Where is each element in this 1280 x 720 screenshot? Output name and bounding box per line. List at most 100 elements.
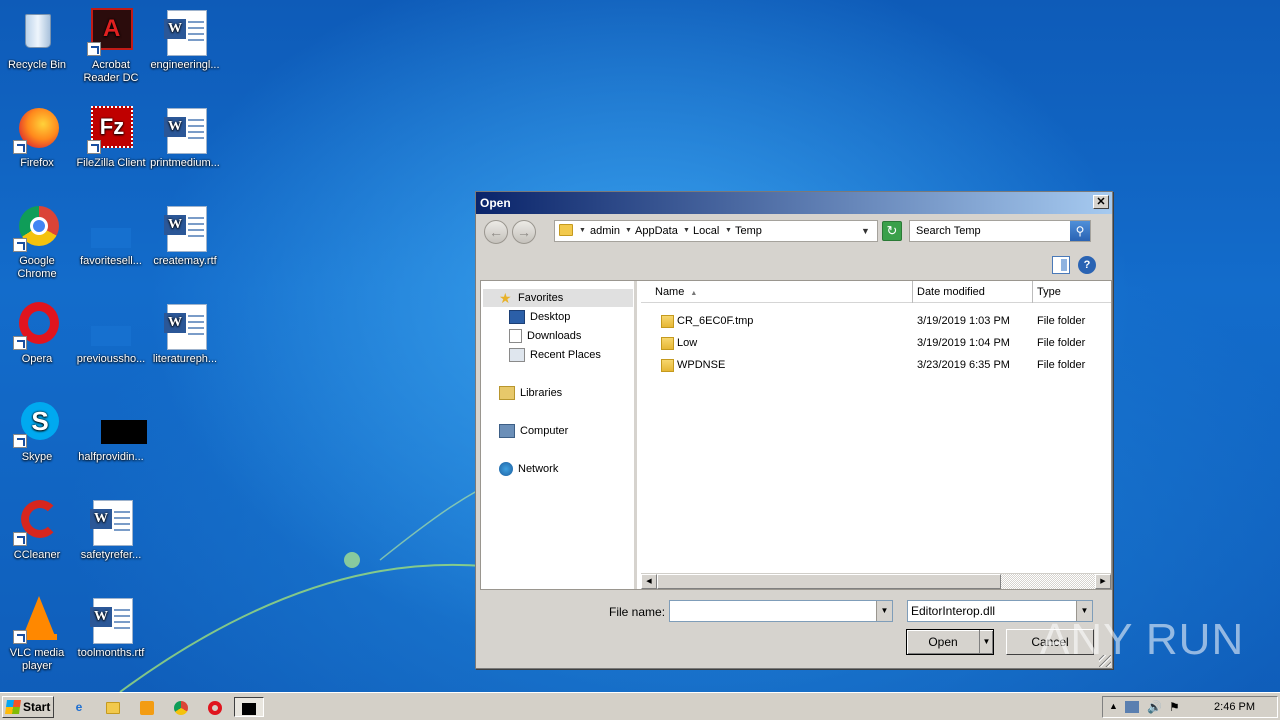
scroll-track[interactable] bbox=[1001, 574, 1095, 589]
active-window-button[interactable] bbox=[234, 697, 264, 717]
desktop-icon-chrome[interactable]: Google Chrome bbox=[0, 204, 74, 281]
open-button[interactable]: Open ▼ bbox=[906, 629, 994, 655]
skype-icon: S bbox=[13, 400, 61, 448]
word-document-icon: W bbox=[87, 596, 135, 644]
breadcrumb-separator-icon[interactable]: ▼ bbox=[625, 221, 632, 241]
explorer-folder-icon[interactable] bbox=[102, 697, 124, 717]
horizontal-scrollbar[interactable]: ◀ ▶ bbox=[641, 573, 1111, 589]
desktop-icon-halfprovidin[interactable]: halfprovidin... bbox=[74, 400, 148, 464]
open-file-dialog: Open ✕ ← → ▼ admin ▼ AppData ▼ Local ▼ T… bbox=[475, 191, 1113, 669]
file-date: 3/19/2019 1:03 PM bbox=[917, 315, 1010, 327]
desktop-icon-acrobat[interactable]: A Acrobat Reader DC bbox=[74, 8, 148, 85]
desktop-icon-engineering-doc[interactable]: W engineeringl... bbox=[148, 8, 222, 72]
desktop-icon-skype[interactable]: S Skype bbox=[0, 400, 74, 464]
navigation-pane: ★ Favorites Desktop Downloads Recent Plac… bbox=[481, 281, 637, 589]
star-icon: ★ bbox=[499, 290, 512, 307]
desktop-icon-recycle-bin[interactable]: Recycle Bin bbox=[0, 8, 74, 72]
start-button[interactable]: Start bbox=[2, 696, 54, 718]
scroll-thumb[interactable] bbox=[657, 574, 1001, 589]
breadcrumb-separator-icon[interactable]: ▼ bbox=[683, 221, 690, 241]
desktop-icon-label: Firefox bbox=[20, 157, 54, 169]
breadcrumb-separator-icon[interactable]: ▼ bbox=[725, 221, 732, 241]
forward-button[interactable]: → bbox=[512, 220, 536, 244]
search-box[interactable]: Search Temp ⚲ bbox=[909, 220, 1091, 242]
back-button[interactable]: ← bbox=[484, 220, 508, 244]
clock[interactable]: 2:46 PM bbox=[1214, 697, 1255, 717]
column-header-row: Name ▲ Date modified Type bbox=[641, 281, 1111, 303]
desktop-icon-opera[interactable]: Opera bbox=[0, 302, 74, 366]
file-row[interactable]: Low 3/19/2019 1:04 PM File folder bbox=[641, 333, 1111, 353]
open-split-arrow-icon[interactable]: ▼ bbox=[979, 630, 993, 654]
desktop-icon-filezilla[interactable]: Fz FileZilla Client bbox=[74, 106, 148, 170]
nav-label: Favorites bbox=[518, 292, 564, 304]
network-tray-icon[interactable] bbox=[1125, 701, 1139, 713]
desktop-icon-label: Google Chrome bbox=[17, 255, 57, 280]
blank-file-icon bbox=[87, 204, 135, 252]
desktop-icon-ccleaner[interactable]: CCleaner bbox=[0, 498, 74, 562]
nav-recent-places[interactable]: Recent Places bbox=[509, 346, 601, 364]
nav-network[interactable]: Network bbox=[499, 460, 558, 478]
column-header-name[interactable]: Name ▲ bbox=[641, 281, 913, 303]
desktop-icon-printmedium-doc[interactable]: W printmedium... bbox=[148, 106, 222, 170]
volume-icon[interactable]: 🔊 bbox=[1147, 700, 1162, 714]
nav-libraries[interactable]: Libraries bbox=[499, 384, 562, 402]
shortcut-arrow-icon bbox=[87, 42, 101, 56]
dialog-titlebar[interactable]: Open ✕ bbox=[476, 192, 1112, 214]
search-placeholder: Search Temp bbox=[916, 225, 981, 237]
sort-ascending-icon: ▲ bbox=[690, 290, 698, 297]
desktop-icon-label: VLC media player bbox=[9, 647, 65, 672]
nav-desktop[interactable]: Desktop bbox=[509, 308, 570, 326]
column-header-type[interactable]: Type bbox=[1033, 281, 1113, 303]
desktop-icon-label: engineeringl... bbox=[150, 59, 220, 71]
desktop-icon-label: FileZilla Client bbox=[76, 157, 146, 169]
forward-arrow-icon: → bbox=[517, 224, 531, 240]
desktop-icon-favoritesell[interactable]: favoritesell... bbox=[74, 204, 148, 268]
breadcrumb-temp[interactable]: Temp bbox=[735, 221, 762, 241]
word-document-icon: W bbox=[161, 204, 209, 252]
media-player-icon[interactable] bbox=[136, 697, 158, 717]
firefox-icon bbox=[13, 106, 61, 154]
desktop-icon-vlc[interactable]: VLC media player bbox=[0, 596, 74, 673]
action-center-flag-icon[interactable]: ⚑ bbox=[1169, 700, 1180, 714]
show-hidden-icons-icon[interactable]: ▲ bbox=[1109, 701, 1118, 711]
desktop-icon-previoussho[interactable]: previoussho... bbox=[74, 302, 148, 366]
address-bar[interactable]: ▼ admin ▼ AppData ▼ Local ▼ Temp ▼ bbox=[554, 220, 878, 242]
system-tray: ▲ 🔊 ⚑ 2:46 PM bbox=[1102, 696, 1278, 718]
scroll-left-button[interactable]: ◀ bbox=[641, 574, 657, 589]
column-header-date[interactable]: Date modified bbox=[913, 281, 1033, 303]
desktop-icon-safetyrefer-doc[interactable]: W safetyrefer... bbox=[74, 498, 148, 562]
file-row[interactable]: CR_6EC0F.tmp 3/19/2019 1:03 PM File fold… bbox=[641, 311, 1111, 331]
close-button[interactable]: ✕ bbox=[1093, 195, 1109, 209]
filezilla-icon: Fz bbox=[87, 106, 135, 154]
internet-explorer-icon[interactable]: e bbox=[68, 697, 90, 717]
libraries-icon bbox=[499, 386, 515, 401]
recent-places-icon bbox=[509, 348, 525, 363]
breadcrumb-admin[interactable]: admin bbox=[590, 221, 620, 241]
file-row[interactable]: WPDNSE 3/23/2019 6:35 PM File folder bbox=[641, 355, 1111, 375]
nav-downloads[interactable]: Downloads bbox=[509, 327, 581, 345]
preview-pane-icon[interactable] bbox=[1052, 256, 1070, 274]
search-button[interactable]: ⚲ bbox=[1070, 221, 1090, 241]
nav-computer[interactable]: Computer bbox=[499, 422, 568, 440]
breadcrumb-local[interactable]: Local bbox=[693, 221, 719, 241]
chrome-taskbar-icon[interactable] bbox=[170, 697, 192, 717]
folder-icon bbox=[661, 315, 674, 328]
refresh-button[interactable]: ↻ bbox=[882, 221, 902, 241]
desktop-icon bbox=[509, 310, 525, 325]
desktop-icon-literatureph-doc[interactable]: W literatureph... bbox=[148, 302, 222, 366]
file-name-input[interactable]: ▼ bbox=[669, 600, 893, 622]
opera-taskbar-icon[interactable] bbox=[204, 697, 226, 717]
desktop-icon-toolmonths-doc[interactable]: W toolmonths.rtf bbox=[74, 596, 148, 660]
desktop-icon-firefox[interactable]: Firefox bbox=[0, 106, 74, 170]
file-name: Low bbox=[677, 337, 698, 349]
desktop-icon-createmay-doc[interactable]: W createmay.rtf bbox=[148, 204, 222, 268]
file-type: File folder bbox=[1037, 359, 1086, 371]
desktop-icon-label: toolmonths.rtf bbox=[77, 647, 145, 659]
address-dropdown-icon[interactable]: ▼ bbox=[861, 221, 870, 241]
file-name-dropdown-button[interactable]: ▼ bbox=[876, 601, 892, 621]
scroll-right-button[interactable]: ▶ bbox=[1095, 574, 1111, 589]
help-icon[interactable]: ? bbox=[1078, 256, 1096, 274]
breadcrumb-separator-icon: ▼ bbox=[579, 227, 586, 234]
nav-favorites[interactable]: ★ Favorites bbox=[483, 289, 633, 307]
breadcrumb-appdata[interactable]: AppData bbox=[635, 221, 678, 241]
